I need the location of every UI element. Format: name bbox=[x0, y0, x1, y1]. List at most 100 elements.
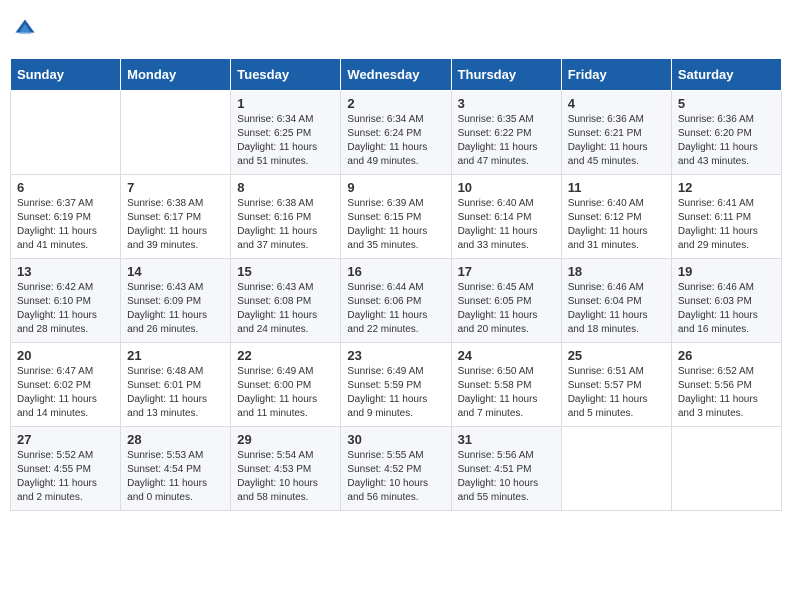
calendar-cell: 13 Sunrise: 6:42 AMSunset: 6:10 PMDayligh… bbox=[11, 259, 121, 343]
day-number: 20 bbox=[17, 348, 114, 363]
calendar-cell: 31 Sunrise: 5:56 AMSunset: 4:51 PMDayligh… bbox=[451, 427, 561, 511]
weekday-header-tuesday: Tuesday bbox=[231, 59, 341, 91]
cell-info: Sunrise: 6:34 AMSunset: 6:25 PMDaylight:… bbox=[237, 113, 334, 169]
day-number: 21 bbox=[127, 348, 224, 363]
day-number: 9 bbox=[347, 180, 444, 195]
calendar-cell: 9 Sunrise: 6:39 AMSunset: 6:15 PMDaylight… bbox=[341, 175, 451, 259]
cell-info: Sunrise: 5:55 AMSunset: 4:52 PMDaylight:… bbox=[347, 449, 444, 505]
calendar-cell bbox=[561, 427, 671, 511]
day-number: 31 bbox=[458, 432, 555, 447]
week-row-1: 1 Sunrise: 6:34 AMSunset: 6:25 PMDaylight… bbox=[11, 91, 782, 175]
calendar-cell: 11Sunrise: 6:40 AMSunset: 6:12 PMDayligh… bbox=[561, 175, 671, 259]
weekday-header-row: SundayMondayTuesdayWednesdayThursdayFrid… bbox=[11, 59, 782, 91]
cell-info: Sunrise: 6:42 AMSunset: 6:10 PMDaylight:… bbox=[17, 281, 114, 337]
day-number: 23 bbox=[347, 348, 444, 363]
cell-info: Sunrise: 6:40 AMSunset: 6:12 PMDaylight:… bbox=[568, 197, 665, 253]
day-number: 7 bbox=[127, 180, 224, 195]
calendar-cell: 29 Sunrise: 5:54 AMSunset: 4:53 PMDayligh… bbox=[231, 427, 341, 511]
cell-info: Sunrise: 6:38 AMSunset: 6:16 PMDaylight:… bbox=[237, 197, 334, 253]
calendar-cell: 4 Sunrise: 6:36 AMSunset: 6:21 PMDaylight… bbox=[561, 91, 671, 175]
day-number: 4 bbox=[568, 96, 665, 111]
cell-info: Sunrise: 6:37 AMSunset: 6:19 PMDaylight:… bbox=[17, 197, 114, 253]
day-number: 19 bbox=[678, 264, 775, 279]
calendar-cell bbox=[11, 91, 121, 175]
calendar-cell: 2 Sunrise: 6:34 AMSunset: 6:24 PMDaylight… bbox=[341, 91, 451, 175]
day-number: 18 bbox=[568, 264, 665, 279]
cell-info: Sunrise: 6:41 AMSunset: 6:11 PMDaylight:… bbox=[678, 197, 775, 253]
calendar-cell: 17 Sunrise: 6:45 AMSunset: 6:05 PMDayligh… bbox=[451, 259, 561, 343]
day-number: 17 bbox=[458, 264, 555, 279]
calendar-cell: 3 Sunrise: 6:35 AMSunset: 6:22 PMDaylight… bbox=[451, 91, 561, 175]
calendar-cell: 20 Sunrise: 6:47 AMSunset: 6:02 PMDayligh… bbox=[11, 343, 121, 427]
calendar-cell: 5 Sunrise: 6:36 AMSunset: 6:20 PMDaylight… bbox=[671, 91, 781, 175]
day-number: 10 bbox=[458, 180, 555, 195]
calendar-cell bbox=[121, 91, 231, 175]
cell-info: Sunrise: 6:48 AMSunset: 6:01 PMDaylight:… bbox=[127, 365, 224, 421]
calendar-cell: 12 Sunrise: 6:41 AMSunset: 6:11 PMDayligh… bbox=[671, 175, 781, 259]
week-row-4: 20 Sunrise: 6:47 AMSunset: 6:02 PMDayligh… bbox=[11, 343, 782, 427]
cell-info: Sunrise: 6:47 AMSunset: 6:02 PMDaylight:… bbox=[17, 365, 114, 421]
calendar-cell: 23 Sunrise: 6:49 AMSunset: 5:59 PMDayligh… bbox=[341, 343, 451, 427]
calendar-cell: 25Sunrise: 6:51 AMSunset: 5:57 PMDayligh… bbox=[561, 343, 671, 427]
cell-info: Sunrise: 6:50 AMSunset: 5:58 PMDaylight:… bbox=[458, 365, 555, 421]
calendar-cell: 21 Sunrise: 6:48 AMSunset: 6:01 PMDayligh… bbox=[121, 343, 231, 427]
cell-info: Sunrise: 5:54 AMSunset: 4:53 PMDaylight:… bbox=[237, 449, 334, 505]
week-row-2: 6 Sunrise: 6:37 AMSunset: 6:19 PMDaylight… bbox=[11, 175, 782, 259]
cell-info: Sunrise: 6:52 AMSunset: 5:56 PMDaylight:… bbox=[678, 365, 775, 421]
calendar-cell: 30 Sunrise: 5:55 AMSunset: 4:52 PMDayligh… bbox=[341, 427, 451, 511]
cell-info: Sunrise: 6:45 AMSunset: 6:05 PMDaylight:… bbox=[458, 281, 555, 337]
day-number: 26 bbox=[678, 348, 775, 363]
cell-info: Sunrise: 6:43 AMSunset: 6:09 PMDaylight:… bbox=[127, 281, 224, 337]
logo-icon bbox=[14, 18, 36, 40]
day-number: 25 bbox=[568, 348, 665, 363]
calendar-cell: 1 Sunrise: 6:34 AMSunset: 6:25 PMDaylight… bbox=[231, 91, 341, 175]
calendar-cell: 7 Sunrise: 6:38 AMSunset: 6:17 PMDaylight… bbox=[121, 175, 231, 259]
day-number: 8 bbox=[237, 180, 334, 195]
day-number: 30 bbox=[347, 432, 444, 447]
cell-info: Sunrise: 5:52 AMSunset: 4:55 PMDaylight:… bbox=[17, 449, 114, 505]
cell-info: Sunrise: 5:56 AMSunset: 4:51 PMDaylight:… bbox=[458, 449, 555, 505]
cell-info: Sunrise: 6:46 AMSunset: 6:04 PMDaylight:… bbox=[568, 281, 665, 337]
logo bbox=[14, 18, 40, 40]
day-number: 2 bbox=[347, 96, 444, 111]
day-number: 13 bbox=[17, 264, 114, 279]
header bbox=[10, 10, 782, 48]
day-number: 3 bbox=[458, 96, 555, 111]
day-number: 15 bbox=[237, 264, 334, 279]
calendar-cell: 27Sunrise: 5:52 AMSunset: 4:55 PMDayligh… bbox=[11, 427, 121, 511]
weekday-header-wednesday: Wednesday bbox=[341, 59, 451, 91]
calendar-cell: 16 Sunrise: 6:44 AMSunset: 6:06 PMDayligh… bbox=[341, 259, 451, 343]
cell-info: Sunrise: 6:46 AMSunset: 6:03 PMDaylight:… bbox=[678, 281, 775, 337]
weekday-header-sunday: Sunday bbox=[11, 59, 121, 91]
cell-info: Sunrise: 6:35 AMSunset: 6:22 PMDaylight:… bbox=[458, 113, 555, 169]
week-row-3: 13 Sunrise: 6:42 AMSunset: 6:10 PMDayligh… bbox=[11, 259, 782, 343]
day-number: 5 bbox=[678, 96, 775, 111]
cell-info: Sunrise: 6:44 AMSunset: 6:06 PMDaylight:… bbox=[347, 281, 444, 337]
cell-info: Sunrise: 6:40 AMSunset: 6:14 PMDaylight:… bbox=[458, 197, 555, 253]
day-number: 14 bbox=[127, 264, 224, 279]
cell-info: Sunrise: 6:49 AMSunset: 6:00 PMDaylight:… bbox=[237, 365, 334, 421]
day-number: 1 bbox=[237, 96, 334, 111]
weekday-header-friday: Friday bbox=[561, 59, 671, 91]
day-number: 16 bbox=[347, 264, 444, 279]
cell-info: Sunrise: 6:36 AMSunset: 6:21 PMDaylight:… bbox=[568, 113, 665, 169]
day-number: 6 bbox=[17, 180, 114, 195]
cell-info: Sunrise: 6:38 AMSunset: 6:17 PMDaylight:… bbox=[127, 197, 224, 253]
calendar-table: SundayMondayTuesdayWednesdayThursdayFrid… bbox=[10, 58, 782, 511]
cell-info: Sunrise: 6:34 AMSunset: 6:24 PMDaylight:… bbox=[347, 113, 444, 169]
calendar-cell: 6 Sunrise: 6:37 AMSunset: 6:19 PMDaylight… bbox=[11, 175, 121, 259]
calendar-cell: 18 Sunrise: 6:46 AMSunset: 6:04 PMDayligh… bbox=[561, 259, 671, 343]
weekday-header-monday: Monday bbox=[121, 59, 231, 91]
cell-info: Sunrise: 6:36 AMSunset: 6:20 PMDaylight:… bbox=[678, 113, 775, 169]
calendar-cell: 10 Sunrise: 6:40 AMSunset: 6:14 PMDayligh… bbox=[451, 175, 561, 259]
cell-info: Sunrise: 6:49 AMSunset: 5:59 PMDaylight:… bbox=[347, 365, 444, 421]
day-number: 12 bbox=[678, 180, 775, 195]
day-number: 24 bbox=[458, 348, 555, 363]
calendar-cell: 24 Sunrise: 6:50 AMSunset: 5:58 PMDayligh… bbox=[451, 343, 561, 427]
day-number: 29 bbox=[237, 432, 334, 447]
day-number: 28 bbox=[127, 432, 224, 447]
cell-info: Sunrise: 6:39 AMSunset: 6:15 PMDaylight:… bbox=[347, 197, 444, 253]
calendar-cell: 8 Sunrise: 6:38 AMSunset: 6:16 PMDaylight… bbox=[231, 175, 341, 259]
calendar-cell: 14 Sunrise: 6:43 AMSunset: 6:09 PMDayligh… bbox=[121, 259, 231, 343]
weekday-header-thursday: Thursday bbox=[451, 59, 561, 91]
